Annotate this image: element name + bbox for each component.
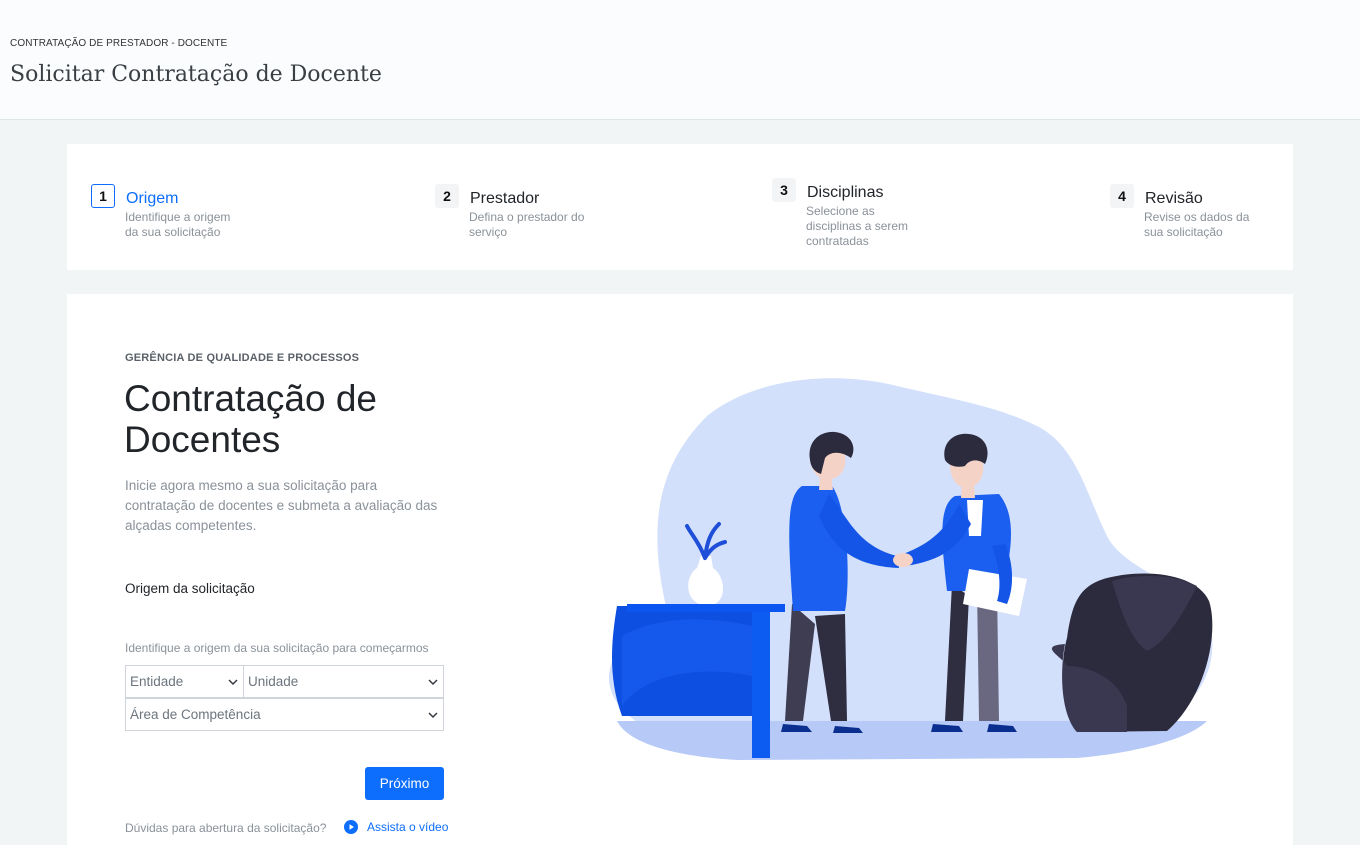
- handshake-illustration: [608, 378, 1213, 760]
- breadcrumb: CONTRATAÇÃO DE PRESTADOR - DOCENTE: [10, 38, 228, 49]
- step-revisao[interactable]: 4 Revisão Revise os dados da sua solicit…: [1110, 184, 1310, 254]
- main-card: GERÊNCIA DE QUALIDADE E PROCESSOS Contra…: [67, 294, 1293, 845]
- step-number: 1: [91, 184, 115, 208]
- chevron-down-icon: [428, 712, 438, 719]
- chevron-down-icon: [428, 679, 438, 686]
- area-competencia-select[interactable]: Área de Competência: [125, 698, 444, 731]
- step-description: Defina o prestador do serviço: [469, 210, 585, 239]
- step-title: Disciplinas: [807, 184, 884, 201]
- unidade-select-value: Unidade: [248, 674, 299, 689]
- step-title: Revisão: [1145, 190, 1203, 207]
- step-number: 2: [435, 184, 459, 208]
- play-circle-icon: [344, 820, 358, 834]
- origin-field-help: Identifique a origem da sua solicitação …: [125, 641, 429, 655]
- step-number: 3: [772, 178, 796, 202]
- entidade-select[interactable]: Entidade: [125, 665, 244, 698]
- page-title: Solicitar Contratação de Docente: [10, 62, 382, 87]
- next-button[interactable]: Próximo: [365, 767, 444, 800]
- watch-video-label: Assista o vídeo: [367, 820, 449, 834]
- watch-video-link[interactable]: Assista o vídeo: [344, 820, 448, 834]
- hero-description: Inicie agora mesmo a sua solicitação par…: [125, 478, 438, 533]
- step-description: Selecione as disciplinas a serem contrat…: [806, 204, 909, 248]
- step-disciplinas[interactable]: 3 Disciplinas Selecione as disciplinas a…: [772, 178, 972, 248]
- page-header: CONTRATAÇÃO DE PRESTADOR - DOCENTE Solic…: [0, 0, 1360, 120]
- section-eyebrow: GERÊNCIA DE QUALIDADE E PROCESSOS: [125, 352, 360, 364]
- faq-text: Dúvidas para abertura da solicitação?: [125, 821, 327, 835]
- step-prestador[interactable]: 2 Prestador Defina o prestador do serviç…: [435, 184, 635, 254]
- step-origem[interactable]: 1 Origem Identifique a origem da sua sol…: [91, 184, 291, 254]
- step-description: Identifique a origem da sua solicitação: [125, 210, 231, 239]
- step-title: Origem: [126, 190, 179, 207]
- entidade-select-value: Entidade: [130, 674, 184, 689]
- step-title: Prestador: [470, 190, 540, 207]
- step-description: Revise os dados da sua solicitação: [1144, 210, 1250, 239]
- hero-title: Contratação de Docentes: [124, 378, 378, 460]
- stepper: 1 Origem Identifique a origem da sua sol…: [67, 144, 1293, 270]
- unidade-select[interactable]: Unidade: [243, 665, 444, 698]
- step-number: 4: [1110, 184, 1134, 208]
- area-select-value: Área de Competência: [130, 707, 261, 722]
- chevron-down-icon: [228, 679, 238, 686]
- origin-field-label: Origem da solicitação: [125, 581, 255, 596]
